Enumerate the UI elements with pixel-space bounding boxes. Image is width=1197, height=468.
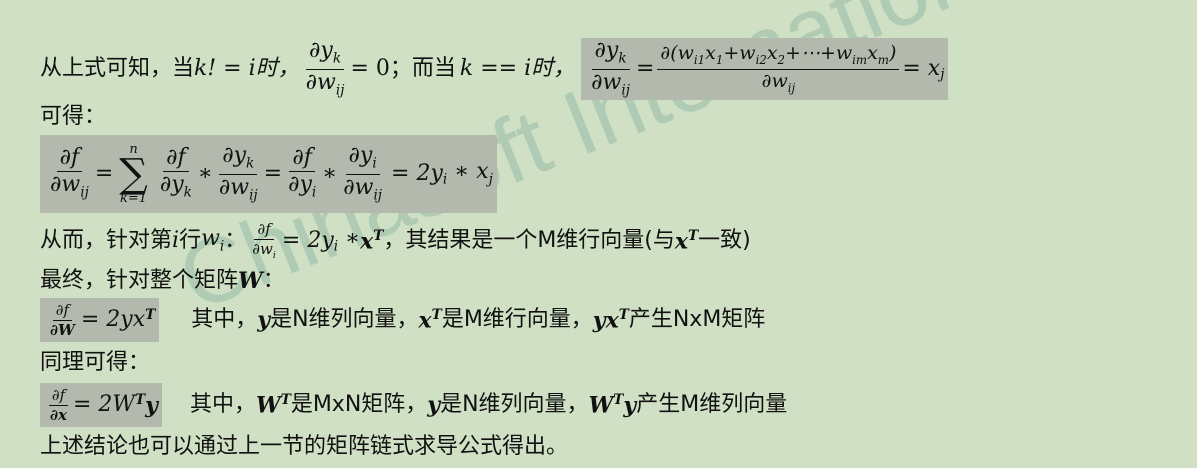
line-1: 从上式可知，当 k! = i时， ∂yk ∂wij = 0；而当 k == i时，… (40, 38, 949, 100)
sigma-icon: ∑ (119, 151, 148, 197)
dyk-dwij-frac-2: ∂yk ∂wij (591, 38, 630, 98)
l1-prefix: 从上式可知，当 (40, 56, 195, 81)
line-2: 可得： (40, 106, 106, 128)
line-6: ∂f ∂W = 2yx T 其中， y 是N维列向量， xT 是M维行向量， yxT 产生… (40, 298, 765, 342)
l5-text: 最终，针对整个矩阵 (40, 268, 239, 293)
df-dyk-frac: ∂f ∂yk (159, 145, 192, 201)
df-dyi-frac: ∂f ∂yi (288, 145, 317, 201)
l8-eq: = 2W (72, 392, 136, 417)
l2-text: 可得： (40, 104, 107, 129)
l3-rhs: = 2y (391, 161, 443, 186)
df-dwij-frac: ∂f ∂wij (50, 145, 89, 201)
df-dwi-frac: ∂f ∂wi (252, 220, 276, 261)
df-dx-frac: ∂f ∂x (48, 385, 69, 424)
l1-eq1: = 0；而当 (350, 56, 456, 81)
highlight-formula-2: ∂f ∂wij = n ∑ k=1 ∂f ∂yk ∗ ∂yk ∂wij = ∂f ∂yi… (40, 135, 497, 213)
l4-prefix: 从而，针对第 (40, 228, 173, 254)
l6-desc-c: 是M维行向量， (441, 307, 593, 332)
l6-desc-a: 其中， (191, 307, 258, 332)
l1-rhs: = x (902, 56, 941, 81)
l9-text: 上述结论也可以通过上一节的矩阵链式求导公式得出。 (40, 434, 569, 459)
dyk-dwij-frac-3: ∂yk ∂wij (218, 143, 258, 203)
l6-desc-b: 是N维列向量， (270, 307, 419, 332)
line-9: 上述结论也可以通过上一节的矩阵链式求导公式得出。 (40, 436, 568, 458)
highlight-formula-3: ∂f ∂W = 2yx T (40, 298, 160, 342)
highlight-formula-4: ∂f ∂x = 2W Ty (40, 383, 162, 427)
l4-suffix2: 一致) (698, 228, 751, 254)
line-5: 最终，针对整个矩阵 W ： (40, 268, 285, 294)
l6-desc-d: 产生NxM矩阵 (628, 307, 766, 332)
l4-suffix: ，其结果是一个M维行向量(与 (383, 228, 675, 254)
dyi-dwij-frac: ∂yi ∂wij (343, 143, 383, 203)
line-7: 同理可得： (40, 352, 150, 374)
df-dW-frac: ∂f ∂W (50, 300, 75, 339)
l4-mid: 行 (179, 228, 202, 254)
line-8: ∂f ∂x = 2W Ty 其中， WT 是MxN矩阵， y 是N维列向量， WTy 产生… (40, 383, 787, 427)
l1-cond2: k == i时， (459, 56, 576, 81)
summation: n ∑ k=1 (119, 143, 148, 205)
l7-text: 同理可得： (40, 350, 151, 375)
dyk-dwij-frac: ∂yk ∂wij (305, 38, 345, 98)
line-3: ∂f ∂wij = n ∑ k=1 ∂f ∂yk ∗ ∂yk ∂wij = ∂f ∂yi… (40, 135, 497, 213)
l5-W: W (238, 268, 263, 294)
sum-frac: ∂(wi1x1+wi2x2+⋯+wimxm) ∂wij (657, 44, 900, 94)
sum-lower: k=1 (120, 191, 148, 206)
l8-desc-a: 其中， (189, 392, 256, 417)
l6-eq: = 2yx (80, 307, 146, 332)
l4-eq: = 2y (281, 228, 334, 254)
line-4: 从而，针对第 i 行 wi： ∂f ∂wi = 2y i ∗ xT ，其结果是一个M… (40, 220, 751, 261)
l8-desc-c: 是N维列向量， (440, 392, 589, 417)
highlight-formula-1: ∂yk ∂wij = ∂(wi1x1+wi2x2+⋯+wimxm) ∂wij = x… (581, 38, 949, 100)
l5-colon: ： (262, 268, 285, 293)
l1-cond1: k! = i时， (194, 56, 300, 81)
l8-desc-b: 是MxN矩阵， (290, 392, 428, 417)
l8-desc-d: 产生M维列向量 (636, 392, 788, 417)
